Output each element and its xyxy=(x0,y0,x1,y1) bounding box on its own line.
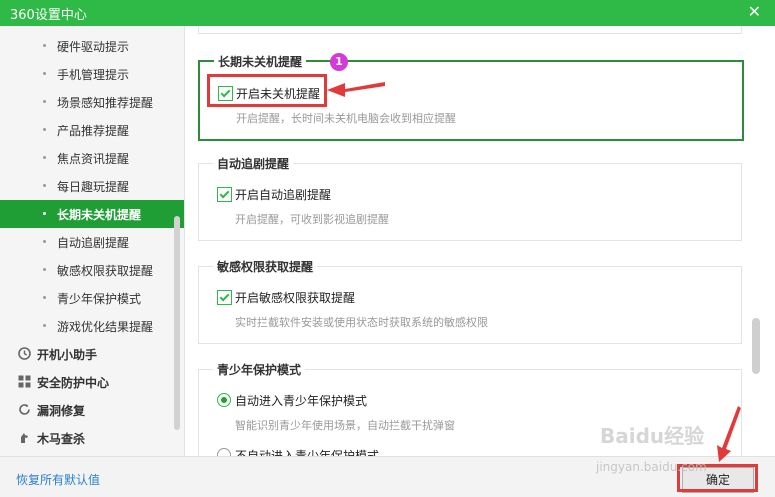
sidebar-item-youth-mode[interactable]: 青少年保护模式 xyxy=(0,284,184,312)
restore-defaults-link[interactable]: 恢复所有默认值 xyxy=(16,471,100,488)
section-description: 实时拦截软件安装或使用状态时获取系统的敏感权限 xyxy=(235,316,488,329)
checkbox-checked-icon[interactable] xyxy=(217,290,232,305)
sidebar-item-scene-recommend[interactable]: 场景感知推荐提醒 xyxy=(0,88,184,116)
sidebar-item-security-center[interactable]: 安全防护中心 xyxy=(0,368,184,396)
section-title: 敏感权限获取提醒 xyxy=(213,258,318,275)
title-bar: 360设置中心 ✕ xyxy=(0,0,775,26)
sidebar: 硬件驱动提示 手机管理提示 场景感知推荐提醒 产品推荐提醒 焦点资讯提醒 每日趣… xyxy=(0,26,185,456)
close-icon[interactable]: ✕ xyxy=(748,2,761,22)
grid-icon xyxy=(18,375,31,388)
annotation-arrow-icon xyxy=(327,82,385,97)
sidebar-item-trojan-scan[interactable]: 木马查杀 xyxy=(0,424,184,452)
section-sensitive-permission: 敏感权限获取提醒 开启敏感权限获取提醒 实时拦截软件安装或使用状态时获取系统的敏… xyxy=(198,258,742,344)
section-description: 开启提醒，长时间未关机电脑会收到相应提醒 xyxy=(236,112,456,125)
radio-unselected-icon[interactable] xyxy=(217,448,231,456)
section-title: 青少年保护模式 xyxy=(213,361,306,378)
sidebar-item-sensitive-permission[interactable]: 敏感权限获取提醒 xyxy=(0,256,184,284)
refresh-icon xyxy=(19,404,30,415)
sidebar-item-hardware-driver[interactable]: 硬件驱动提示 xyxy=(0,32,184,60)
annotation-step-badge: 1 xyxy=(330,53,348,71)
annotation-highlight-box xyxy=(207,74,327,107)
section-title: 长期未关机提醒 xyxy=(214,53,307,70)
sidebar-item-game-optimize[interactable]: 游戏优化结果提醒 xyxy=(0,312,184,340)
previous-card-edge xyxy=(198,26,742,34)
clock-icon xyxy=(18,347,31,360)
watermark-url: jingyan.baidu.com xyxy=(596,460,707,474)
section-description: 智能识别青少年使用场景，自动拦截干扰弹窗 xyxy=(235,419,455,432)
sidebar-item-product-recommend[interactable]: 产品推荐提醒 xyxy=(0,116,184,144)
section-auto-drama: 自动追剧提醒 开启自动追剧提醒 开启提醒，可收到影视追剧提醒 xyxy=(198,155,742,241)
sidebar-item-vuln-repair[interactable]: 漏洞修复 xyxy=(0,396,184,424)
section-description: 开启提醒，可收到影视追剧提醒 xyxy=(235,213,389,226)
sidebar-item-focus-news[interactable]: 焦点资讯提醒 xyxy=(0,144,184,172)
horse-icon xyxy=(21,433,28,443)
sidebar-item-daily-fun[interactable]: 每日趣玩提醒 xyxy=(0,172,184,200)
watermark-brand: Baidu经验 xyxy=(600,424,705,448)
content-scrollbar[interactable] xyxy=(752,318,760,374)
annotation-arrow-icon xyxy=(717,406,741,462)
window-title: 360设置中心 xyxy=(10,8,87,23)
sidebar-item-auto-drama[interactable]: 自动追剧提醒 xyxy=(0,228,184,256)
sidebar-item-phone-manage[interactable]: 手机管理提示 xyxy=(0,60,184,88)
checkbox-checked-icon[interactable] xyxy=(217,187,232,202)
radio-selected-icon[interactable] xyxy=(217,393,231,407)
section-title: 自动追剧提醒 xyxy=(213,155,294,172)
sidebar-item-long-running[interactable]: 长期未关机提醒 xyxy=(0,200,184,228)
sidebar-scrollbar[interactable] xyxy=(174,216,180,430)
sidebar-item-boot-assistant[interactable]: 开机小助手 xyxy=(0,340,184,368)
